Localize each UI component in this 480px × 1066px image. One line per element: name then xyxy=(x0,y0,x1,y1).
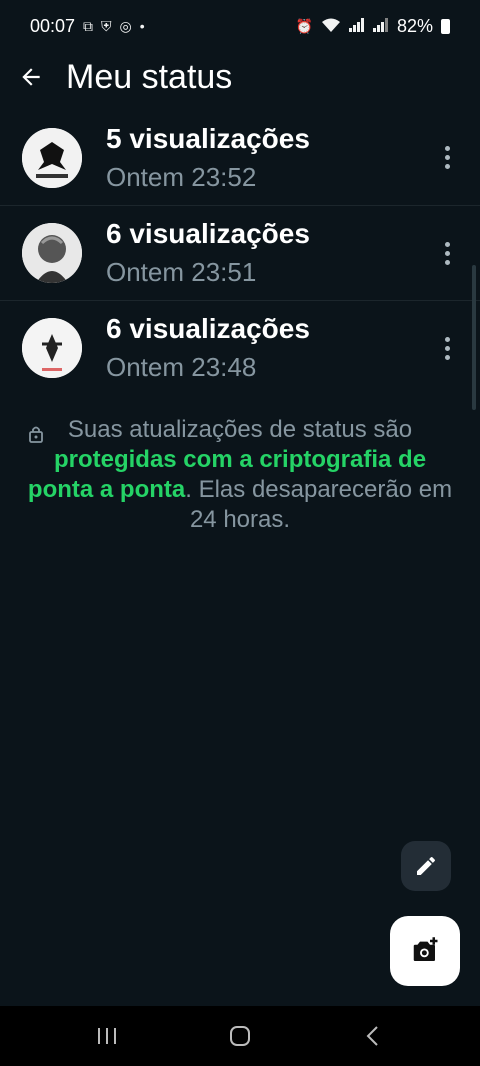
clock: 00:07 xyxy=(30,15,76,36)
notification-dot-icon: • xyxy=(139,18,145,34)
pencil-icon xyxy=(417,856,435,875)
view-count: 6 visualizações xyxy=(106,218,310,249)
recent-apps-button[interactable] xyxy=(77,1006,137,1066)
status-item[interactable]: 6 visualizações Ontem 23:48 xyxy=(0,300,480,395)
status-item[interactable]: 5 visualizações Ontem 23:52 xyxy=(0,110,480,205)
camera-add-icon xyxy=(413,937,438,961)
edit-text-status-button[interactable] xyxy=(401,841,451,891)
more-vert-icon[interactable] xyxy=(432,233,462,273)
battery-level: 82% xyxy=(396,15,433,36)
back-button[interactable] xyxy=(6,52,56,102)
app-bar: Meu status xyxy=(0,52,480,102)
notice-text-end: . Elas desaparecerão em 24 horas. xyxy=(185,476,453,533)
status-thumbnail[interactable] xyxy=(22,127,82,188)
view-count: 5 visualizações xyxy=(106,122,310,154)
more-vert-icon[interactable] xyxy=(432,138,462,178)
alarm-icon: ⏰ xyxy=(295,17,313,34)
lock-icon xyxy=(28,421,44,451)
arrow-left-icon xyxy=(22,68,40,86)
scrollbar[interactable] xyxy=(472,265,476,410)
wifi-icon xyxy=(321,17,341,36)
home-button[interactable] xyxy=(210,1006,270,1066)
battery-icon xyxy=(441,18,450,34)
system-back-button[interactable] xyxy=(343,1006,403,1066)
recents-icon xyxy=(97,1028,116,1044)
status-time: Ontem 23:52 xyxy=(106,161,257,192)
status-thumbnail[interactable] xyxy=(22,223,82,283)
status-thumbnail[interactable] xyxy=(22,318,82,378)
status-time: Ontem 23:48 xyxy=(106,352,257,382)
notice-text-start: Suas atualizações de status são xyxy=(67,416,413,443)
system-status-bar: 00:07 ⧉ ⛨ ◎ • ⏰ 82% xyxy=(0,0,480,52)
shield-icon: ⛨ xyxy=(101,17,112,34)
home-icon xyxy=(229,1026,250,1046)
chevron-left-icon xyxy=(366,1026,379,1046)
page-title: Meu status xyxy=(66,57,233,96)
more-vert-icon[interactable] xyxy=(432,328,462,368)
instagram-icon: ◎ xyxy=(119,17,132,34)
system-nav-bar xyxy=(0,1006,480,1066)
status-list: 5 visualizações Ontem 23:52 6 visualizaç… xyxy=(0,110,480,395)
status-item[interactable]: 6 visualizações Ontem 23:51 xyxy=(0,205,480,300)
view-count: 6 visualizações xyxy=(106,313,310,344)
encryption-notice: Suas atualizações de status são protegid… xyxy=(24,415,456,535)
signal-icon xyxy=(348,17,365,35)
status-time: Ontem 23:51 xyxy=(106,257,257,287)
screenshot-icon: ⧉ xyxy=(83,17,94,34)
lte-signal-icon xyxy=(372,17,389,35)
add-camera-status-button[interactable] xyxy=(390,916,460,986)
